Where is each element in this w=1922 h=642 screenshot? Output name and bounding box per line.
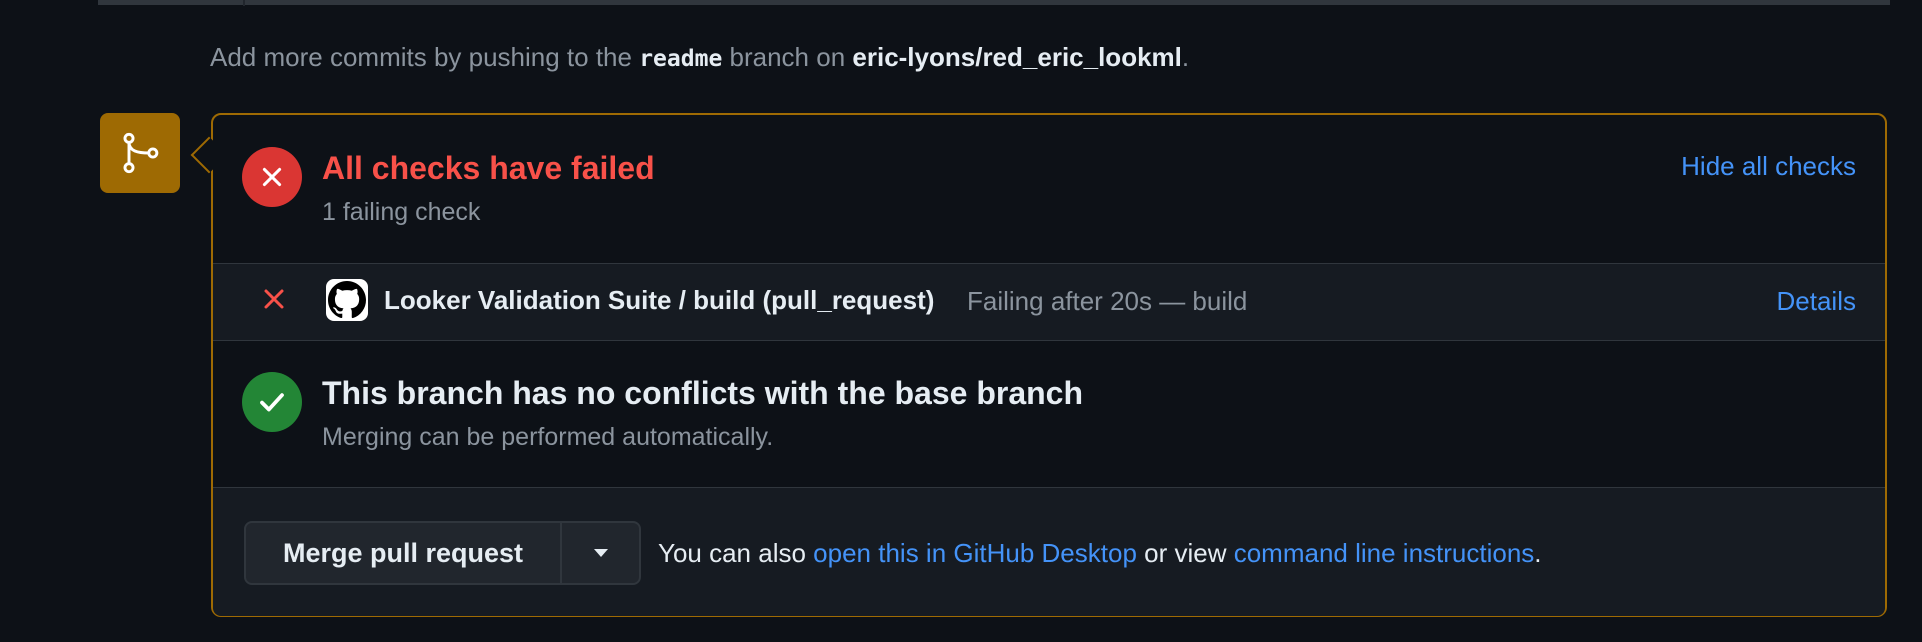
hint-middle: branch on [722, 42, 853, 72]
command-line-instructions-link[interactable]: command line instructions [1234, 538, 1535, 568]
checks-failed-subtitle: 1 failing check [322, 198, 481, 226]
push-commits-hint: Add more commits by pushing to the readm… [210, 42, 1189, 73]
merge-alternatives-note: You can also open this in GitHub Desktop… [658, 538, 1542, 569]
merge-pull-request-button[interactable]: Merge pull request [246, 523, 562, 583]
x-icon [262, 287, 286, 316]
no-conflicts-title: This branch has no conflicts with the ba… [322, 375, 1084, 411]
note-suffix: . [1534, 538, 1542, 568]
merge-method-dropdown[interactable] [562, 523, 639, 583]
hint-repo-name: eric-lyons/red_eric_lookml [852, 42, 1182, 72]
open-in-github-desktop-link[interactable]: open this in GitHub Desktop [813, 538, 1137, 568]
check-status: Failing after 20s — build [967, 286, 1248, 316]
note-prefix: You can also [658, 538, 814, 568]
check-details-link[interactable]: Details [1777, 286, 1856, 317]
git-merge-icon [100, 113, 180, 193]
hide-all-checks-link[interactable]: Hide all checks [1681, 151, 1856, 182]
hint-suffix: . [1181, 42, 1190, 72]
merge-button-group: Merge pull request [244, 521, 641, 585]
checks-failed-title: All checks have failed [322, 150, 655, 186]
timeline-divider-notch [243, 0, 245, 6]
no-conflicts-subtitle: Merging can be performed automatically. [322, 423, 774, 451]
check-name: Looker Validation Suite / build (pull_re… [384, 285, 935, 315]
github-logo-icon [326, 279, 368, 321]
timeline-divider [98, 0, 1890, 5]
triangle-down-icon [593, 549, 608, 557]
check-circle-icon [242, 372, 302, 432]
note-middle: or view [1136, 538, 1234, 568]
x-circle-icon [242, 147, 302, 207]
hint-branch-name: readme [639, 46, 723, 72]
hint-prefix: Add more commits by pushing to the [210, 42, 640, 72]
